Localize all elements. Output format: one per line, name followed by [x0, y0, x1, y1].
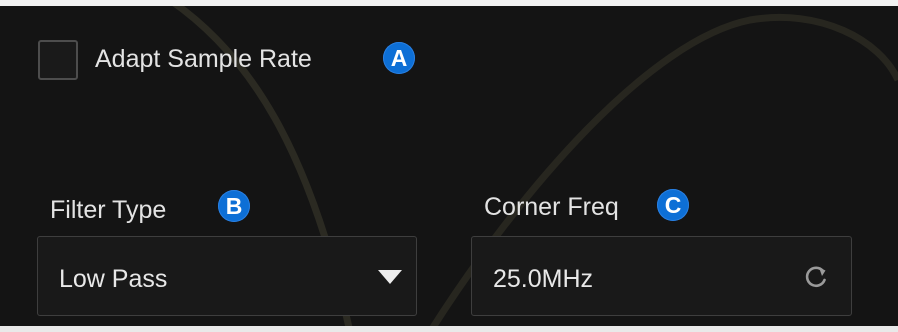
adapt-sample-rate-checkbox[interactable] [38, 40, 78, 80]
reset-icon[interactable] [802, 263, 830, 291]
callout-marker-b: B [218, 190, 250, 222]
adapt-sample-rate-label: Adapt Sample Rate [95, 45, 312, 73]
callout-marker-a: A [383, 42, 415, 74]
corner-freq-label: Corner Freq [484, 193, 619, 221]
filter-type-selected-value: Low Pass [59, 265, 168, 293]
filter-type-dropdown[interactable]: Low Pass [37, 236, 417, 316]
bottom-border [0, 326, 898, 332]
filter-type-label: Filter Type [50, 196, 167, 224]
callout-marker-c: C [657, 189, 689, 221]
corner-freq-value: 25.0MHz [493, 265, 594, 293]
top-border [0, 0, 898, 6]
corner-freq-input[interactable]: 25.0MHz [471, 236, 852, 316]
filter-settings-panel: Adapt Sample Rate A Filter Type B Corner… [0, 0, 898, 332]
chevron-down-icon [378, 270, 402, 284]
